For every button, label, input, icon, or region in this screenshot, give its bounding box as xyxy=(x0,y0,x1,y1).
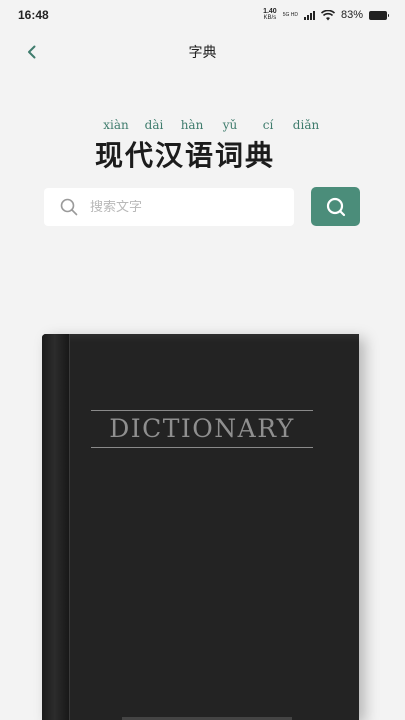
network-type-badge: 5G HD xyxy=(282,11,298,18)
search-input[interactable] xyxy=(90,199,260,215)
signal-strength-icon xyxy=(303,10,315,20)
title-pinyin: xiàn dài hàn yǔ cí diǎn xyxy=(97,118,325,132)
status-icons: 1.40 KB/s 5G HD 83% xyxy=(263,8,389,21)
battery-icon xyxy=(369,10,389,20)
divider xyxy=(91,447,313,448)
wifi-icon xyxy=(320,9,335,20)
network-speed: 1.40 KB/s xyxy=(263,8,277,21)
book-cover-label: DICTIONARY xyxy=(91,410,313,448)
book-top-edge xyxy=(42,334,359,342)
search-icon xyxy=(60,198,78,216)
status-time: 16:48 xyxy=(18,8,49,22)
pinyin-syllable: cí xyxy=(262,118,274,132)
pinyin-syllable: hàn xyxy=(180,118,204,132)
back-button[interactable] xyxy=(20,40,44,64)
network-speed-unit: KB/s xyxy=(263,15,277,21)
battery-percent: 83% xyxy=(340,9,363,21)
dictionary-book-cover[interactable]: DICTIONARY xyxy=(42,334,359,720)
search-button[interactable] xyxy=(311,187,360,226)
top-bar: 字典 xyxy=(0,34,405,70)
search-field[interactable] xyxy=(44,188,294,226)
status-bar: 16:48 1.40 KB/s 5G HD 83% xyxy=(0,0,405,30)
chevron-left-icon xyxy=(28,45,36,59)
dictionary-title: 现代汉语词典 xyxy=(95,139,276,172)
network-type-label: 5G HD xyxy=(282,11,298,18)
page-title: 字典 xyxy=(188,45,217,61)
pinyin-syllable: xiàn xyxy=(103,118,129,132)
pinyin-syllable: dài xyxy=(144,118,164,132)
pinyin-syllable: yǔ xyxy=(222,118,238,132)
book-spine xyxy=(42,334,70,720)
pinyin-syllable: diǎn xyxy=(292,118,320,132)
search-icon xyxy=(326,197,345,216)
book-cover-title: DICTIONARY xyxy=(109,414,295,443)
